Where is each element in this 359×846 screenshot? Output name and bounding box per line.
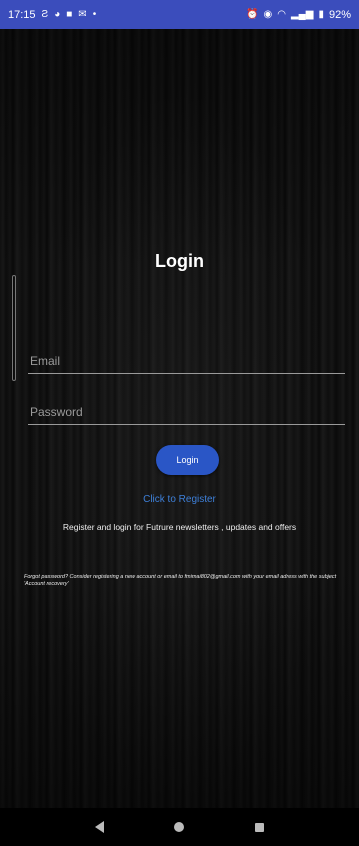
back-icon[interactable] xyxy=(95,821,105,833)
messenger-icon: ◕ xyxy=(54,8,61,20)
password-field[interactable] xyxy=(28,403,345,425)
email-field[interactable] xyxy=(28,352,345,374)
signal-icon: ▂▄▆ xyxy=(290,8,314,20)
recents-icon[interactable] xyxy=(254,822,264,832)
sim-icon: Ƨ xyxy=(41,8,49,20)
alarm-icon: ⏰ xyxy=(246,8,259,20)
battery-level: 92% xyxy=(328,8,351,21)
login-screen: Login Login Click to Register Register a… xyxy=(0,29,359,808)
wifi-icon: ◠ xyxy=(277,8,286,20)
navigation-bar xyxy=(0,808,359,846)
login-button[interactable]: Login xyxy=(156,445,219,475)
forgot-password-text: Forgot password? Consider registering a … xyxy=(24,574,337,587)
home-icon[interactable] xyxy=(174,822,185,832)
status-time: 17:15 xyxy=(8,8,36,21)
status-bar-left: 17:15 Ƨ ◕ ■ ✉ • xyxy=(8,9,96,21)
vibrate-icon: ◉ xyxy=(263,8,273,20)
info-text: Register and login for Futrure newslette… xyxy=(62,522,297,532)
facebook-icon: ■ xyxy=(66,8,73,20)
status-bar-right: ⏰ ◉ ◠ ▂▄▆ ▮ 92% xyxy=(246,9,351,21)
status-bar: 17:15 Ƨ ◕ ■ ✉ • ⏰ ◉ ◠ ▂▄▆ ▮ 92% xyxy=(0,0,359,29)
register-link[interactable]: Click to Register xyxy=(0,494,359,505)
gmail-icon: ✉ xyxy=(78,8,87,20)
page-title: Login xyxy=(155,251,204,271)
dot-icon: • xyxy=(92,8,97,20)
scroll-indicator[interactable] xyxy=(12,275,16,381)
battery-icon: ▮ xyxy=(318,8,324,20)
